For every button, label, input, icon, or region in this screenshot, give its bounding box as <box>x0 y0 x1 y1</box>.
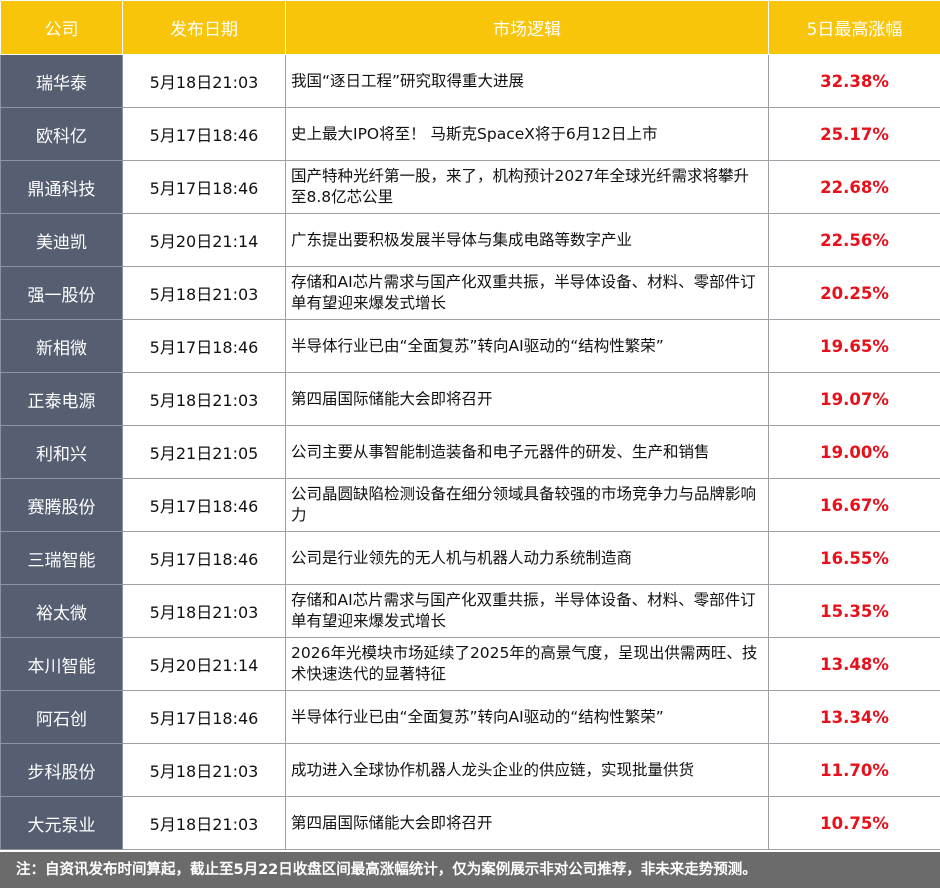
date-cell: 5月17日18:46 <box>122 160 286 214</box>
news-gain-table: 公司 发布日期 市场逻辑 5日最高涨幅 瑞华泰 5月18日21:03 我国“逐日工程… <box>0 0 940 850</box>
logic-cell: 国产特种光纤第一股，来了，机构预计2027年全球光纤需求将攀升至8.8亿芯公里 <box>285 160 769 214</box>
gain-cell: 13.34% <box>768 690 940 744</box>
company-cell: 鼎通科技 <box>0 160 123 214</box>
logic-cell: 第四届国际储能大会即将召开 <box>285 796 769 850</box>
company-cell: 步科股份 <box>0 743 123 797</box>
gain-cell: 11.70% <box>768 743 940 797</box>
company-cell: 强一股份 <box>0 266 123 320</box>
logic-cell: 公司是行业领先的无人机与机器人动力系统制造商 <box>285 531 769 585</box>
header-gain: 5日最高涨幅 <box>768 0 940 55</box>
gain-cell: 19.07% <box>768 372 940 426</box>
company-cell: 瑞华泰 <box>0 54 123 108</box>
company-cell: 裕太微 <box>0 584 123 638</box>
header-company: 公司 <box>0 0 123 55</box>
table-row: 本川智能 5月20日21:14 2026年光模块市场延续了2025年的高景气度，呈现… <box>0 637 940 691</box>
table-row: 鼎通科技 5月17日18:46 国产特种光纤第一股，来了，机构预计2027年全球光纤… <box>0 160 940 214</box>
date-cell: 5月20日21:14 <box>122 637 286 691</box>
gain-cell: 22.56% <box>768 213 940 267</box>
gain-cell: 20.25% <box>768 266 940 320</box>
logic-cell: 第四届国际储能大会即将召开 <box>285 372 769 426</box>
date-cell: 5月17日18:46 <box>122 478 286 532</box>
logic-cell: 史上最大IPO将至！ 马斯克SpaceX将于6月12日上市 <box>285 107 769 161</box>
logic-cell: 存储和AI芯片需求与国产化双重共振，半导体设备、材料、零部件订单有望迎来爆发式增… <box>285 266 769 320</box>
table-row: 新相微 5月17日18:46 半导体行业已由“全面复苏”转向AI驱动的“结构性繁荣”… <box>0 319 940 373</box>
logic-cell: 公司晶圆缺陷检测设备在细分领域具备较强的市场竞争力与品牌影响力 <box>285 478 769 532</box>
news-gain-table-page: 公司 发布日期 市场逻辑 5日最高涨幅 瑞华泰 5月18日21:03 我国“逐日工程… <box>0 0 940 888</box>
company-cell: 美迪凯 <box>0 213 123 267</box>
date-cell: 5月18日21:03 <box>122 54 286 108</box>
date-cell: 5月20日21:14 <box>122 213 286 267</box>
table-row: 瑞华泰 5月18日21:03 我国“逐日工程”研究取得重大进展 32.38% <box>0 54 940 108</box>
gain-cell: 13.48% <box>768 637 940 691</box>
header-date: 发布日期 <box>122 0 286 55</box>
logic-cell: 成功进入全球协作机器人龙头企业的供应链，实现批量供货 <box>285 743 769 797</box>
logic-cell: 半导体行业已由“全面复苏”转向AI驱动的“结构性繁荣” <box>285 690 769 744</box>
date-cell: 5月18日21:03 <box>122 796 286 850</box>
company-cell: 阿石创 <box>0 690 123 744</box>
company-cell: 赛腾股份 <box>0 478 123 532</box>
date-cell: 5月18日21:03 <box>122 584 286 638</box>
table-row: 强一股份 5月18日21:03 存储和AI芯片需求与国产化双重共振，半导体设备、材料… <box>0 266 940 320</box>
logic-cell: 半导体行业已由“全面复苏”转向AI驱动的“结构性繁荣” <box>285 319 769 373</box>
date-cell: 5月21日21:05 <box>122 425 286 479</box>
logic-cell: 公司主要从事智能制造装备和电子元器件的研发、生产和销售 <box>285 425 769 479</box>
gain-cell: 15.35% <box>768 584 940 638</box>
gain-cell: 32.38% <box>768 54 940 108</box>
date-cell: 5月18日21:03 <box>122 743 286 797</box>
logic-cell: 存储和AI芯片需求与国产化双重共振，半导体设备、材料、零部件订单有望迎来爆发式增… <box>285 584 769 638</box>
company-cell: 新相微 <box>0 319 123 373</box>
table-header-row: 公司 发布日期 市场逻辑 5日最高涨幅 <box>0 0 940 55</box>
table-row: 步科股份 5月18日21:03 成功进入全球协作机器人龙头企业的供应链，实现批量供货… <box>0 743 940 797</box>
table-row: 裕太微 5月18日21:03 存储和AI芯片需求与国产化双重共振，半导体设备、材料、… <box>0 584 940 638</box>
table-row: 阿石创 5月17日18:46 半导体行业已由“全面复苏”转向AI驱动的“结构性繁荣”… <box>0 690 940 744</box>
header-logic: 市场逻辑 <box>285 0 769 55</box>
company-cell: 三瑞智能 <box>0 531 123 585</box>
company-cell: 正泰电源 <box>0 372 123 426</box>
table-row: 欧科亿 5月17日18:46 史上最大IPO将至！ 马斯克SpaceX将于6月12日… <box>0 107 940 161</box>
company-cell: 本川智能 <box>0 637 123 691</box>
gain-cell: 16.67% <box>768 478 940 532</box>
company-cell: 大元泵业 <box>0 796 123 850</box>
table-row: 利和兴 5月21日21:05 公司主要从事智能制造装备和电子元器件的研发、生产和销售… <box>0 425 940 479</box>
date-cell: 5月17日18:46 <box>122 319 286 373</box>
logic-cell: 我国“逐日工程”研究取得重大进展 <box>285 54 769 108</box>
date-cell: 5月17日18:46 <box>122 690 286 744</box>
gain-cell: 19.65% <box>768 319 940 373</box>
gain-cell: 19.00% <box>768 425 940 479</box>
table-row: 大元泵业 5月18日21:03 第四届国际储能大会即将召开 10.75% <box>0 796 940 850</box>
table-body: 瑞华泰 5月18日21:03 我国“逐日工程”研究取得重大进展 32.38% 欧科亿 5月… <box>0 54 940 850</box>
gain-cell: 22.68% <box>768 160 940 214</box>
date-cell: 5月18日21:03 <box>122 372 286 426</box>
logic-cell: 广东提出要积极发展半导体与集成电路等数字产业 <box>285 213 769 267</box>
logic-cell: 2026年光模块市场延续了2025年的高景气度，呈现出供需两旺、技术快速迭代的显… <box>285 637 769 691</box>
company-cell: 利和兴 <box>0 425 123 479</box>
date-cell: 5月18日21:03 <box>122 266 286 320</box>
gain-cell: 25.17% <box>768 107 940 161</box>
company-cell: 欧科亿 <box>0 107 123 161</box>
gain-cell: 10.75% <box>768 796 940 850</box>
table-row: 美迪凯 5月20日21:14 广东提出要积极发展半导体与集成电路等数字产业 22.56… <box>0 213 940 267</box>
date-cell: 5月17日18:46 <box>122 107 286 161</box>
table-row: 正泰电源 5月18日21:03 第四届国际储能大会即将召开 19.07% <box>0 372 940 426</box>
table-row: 赛腾股份 5月17日18:46 公司晶圆缺陷检测设备在细分领域具备较强的市场竞争力与… <box>0 478 940 532</box>
footnote: 注：自资讯发布时间算起，截止至5月22日收盘区间最高涨幅统计，仅为案例展示非对公… <box>0 852 940 888</box>
gain-cell: 16.55% <box>768 531 940 585</box>
table-row: 三瑞智能 5月17日18:46 公司是行业领先的无人机与机器人动力系统制造商 16.5… <box>0 531 940 585</box>
date-cell: 5月17日18:46 <box>122 531 286 585</box>
